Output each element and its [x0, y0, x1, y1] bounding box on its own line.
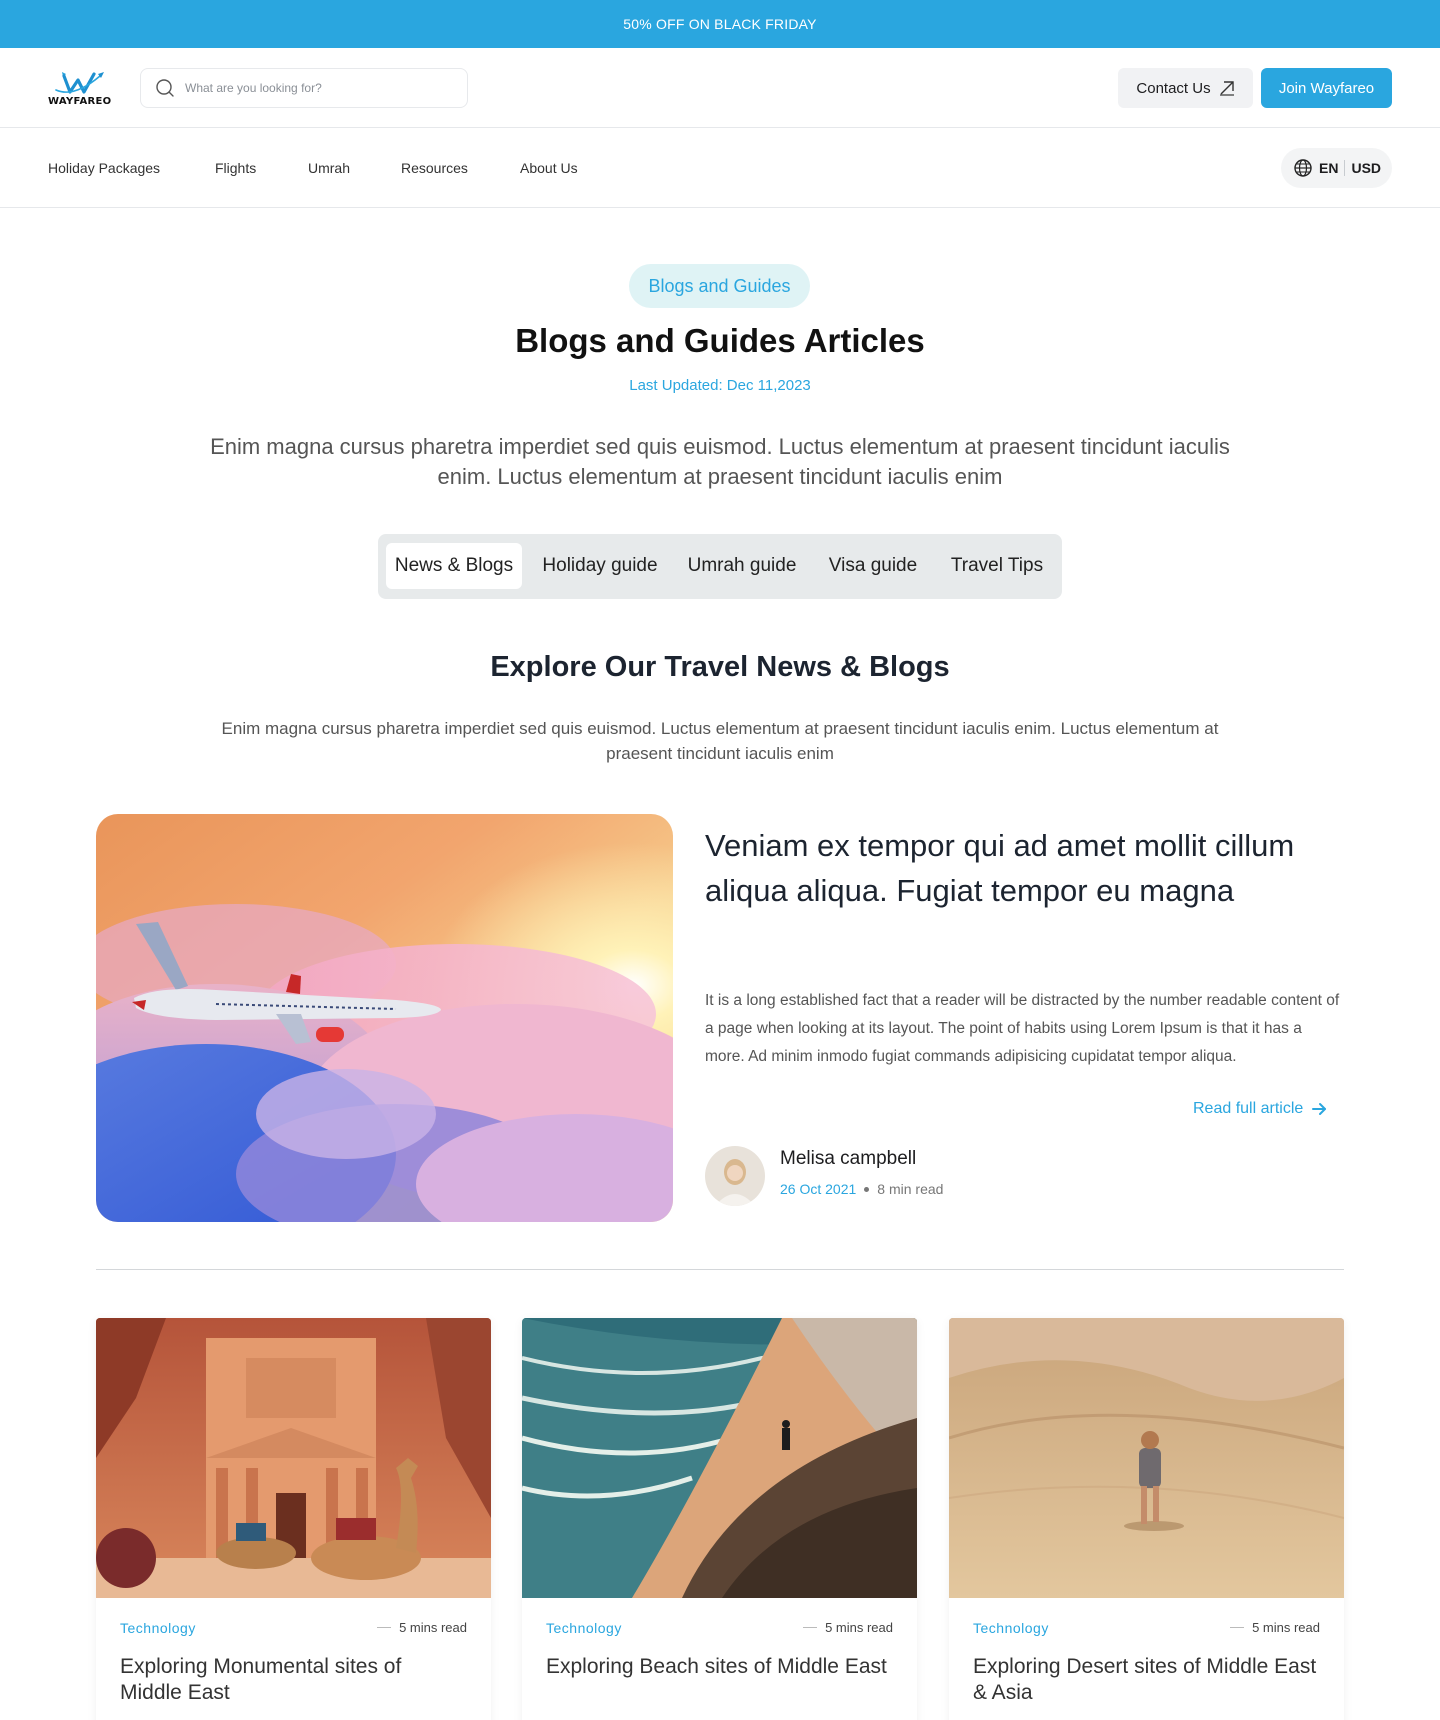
- meta-dot: [864, 1186, 870, 1192]
- article-meta: 26 Oct 2021 8 min read: [780, 1181, 943, 1197]
- author-name[interactable]: Melisa campbell: [780, 1148, 916, 1170]
- logo-mark-icon: [55, 72, 104, 94]
- article-card[interactable]: Technology 5 mins read Exploring Beach s…: [522, 1318, 917, 1720]
- logo-text: WAYFAREO: [48, 96, 112, 107]
- tab-travel-tips[interactable]: Travel Tips: [938, 543, 1056, 589]
- nav-item-flights[interactable]: Flights: [215, 160, 256, 176]
- arrow-right-icon: [1312, 1103, 1327, 1115]
- card-read-time: 5 mins read: [803, 1620, 893, 1635]
- card-image: [522, 1318, 917, 1598]
- airplane-over-clouds-image: [96, 814, 673, 1222]
- article-card[interactable]: Technology 5 mins read Exploring Monumen…: [96, 1318, 491, 1720]
- card-read-time: 5 mins read: [1230, 1620, 1320, 1635]
- promo-banner[interactable]: 50% OFF ON BLACK FRIDAY: [0, 0, 1440, 48]
- featured-image[interactable]: [96, 814, 673, 1222]
- card-category[interactable]: Technology: [973, 1620, 1049, 1636]
- read-full-article-link[interactable]: Read full article: [1193, 1100, 1327, 1118]
- section-divider: [96, 1269, 1344, 1270]
- featured-title[interactable]: Veniam ex tempor qui ad amet mollit cill…: [705, 823, 1335, 913]
- section-pill: Blogs and Guides: [629, 264, 810, 308]
- nav-item-umrah[interactable]: Umrah: [308, 160, 350, 176]
- contact-us-button[interactable]: Contact Us: [1118, 68, 1253, 108]
- promo-text: 50% OFF ON BLACK FRIDAY: [623, 16, 817, 32]
- search-box[interactable]: [140, 68, 468, 108]
- currency-label: USD: [1351, 160, 1382, 176]
- section-title: Explore Our Travel News & Blogs: [490, 651, 950, 683]
- section-description: Enim magna cursus pharetra imperdiet sed…: [221, 719, 1219, 763]
- article-read-time: 8 min read: [877, 1181, 944, 1197]
- card-title[interactable]: Exploring Beach sites of Middle East: [546, 1654, 891, 1680]
- nav-item-about-us[interactable]: About Us: [520, 160, 578, 176]
- lang-divider: [1344, 160, 1346, 176]
- join-button[interactable]: Join Wayfareo: [1261, 68, 1392, 108]
- card-image: [96, 1318, 491, 1598]
- search-icon: [156, 79, 174, 97]
- search-input[interactable]: [185, 81, 455, 95]
- article-card[interactable]: Technology 5 mins read Exploring Desert …: [949, 1318, 1344, 1720]
- author-avatar: [705, 1146, 765, 1206]
- article-date: 26 Oct 2021: [780, 1181, 857, 1197]
- arrow-up-right-icon: [1219, 81, 1234, 96]
- category-tabs: News & Blogs Holiday guide Umrah guide V…: [378, 534, 1062, 599]
- read-more-label: Read full article: [1193, 1100, 1304, 1117]
- nav-item-holiday-packages[interactable]: Holiday Packages: [48, 160, 160, 176]
- language-currency-selector[interactable]: EN USD: [1281, 148, 1392, 188]
- petra-camels-image: [96, 1318, 491, 1598]
- featured-body: It is a long established fact that a rea…: [705, 992, 1340, 1065]
- last-updated: Last Updated: Dec 11,2023: [629, 377, 811, 394]
- nav-item-resources[interactable]: Resources: [401, 160, 468, 176]
- site-header: WAYFAREO Contact Us Join Wayfareo: [0, 48, 1440, 128]
- desert-walker-image: [949, 1318, 1344, 1598]
- tab-news-blogs[interactable]: News & Blogs: [386, 543, 522, 589]
- card-title[interactable]: Exploring Desert sites of Middle East & …: [973, 1654, 1318, 1706]
- globe-icon: [1294, 159, 1312, 177]
- page-title: Blogs and Guides Articles: [515, 322, 925, 359]
- language-label: EN: [1319, 160, 1339, 176]
- card-category[interactable]: Technology: [120, 1620, 196, 1636]
- card-image: [949, 1318, 1344, 1598]
- contact-us-label: Contact Us: [1136, 79, 1211, 97]
- card-category[interactable]: Technology: [546, 1620, 622, 1636]
- main-nav: Holiday Packages Flights Umrah Resources…: [0, 128, 1440, 208]
- beach-cliff-image: [522, 1318, 917, 1598]
- card-read-time: 5 mins read: [377, 1620, 467, 1635]
- tab-umrah-guide[interactable]: Umrah guide: [676, 543, 808, 589]
- wayfareo-logo[interactable]: WAYFAREO: [48, 68, 112, 108]
- hero-description: Enim magna cursus pharetra imperdiet sed…: [210, 434, 1230, 489]
- tab-visa-guide[interactable]: Visa guide: [814, 543, 932, 589]
- card-title[interactable]: Exploring Monumental sites of Middle Eas…: [120, 1654, 465, 1706]
- tab-holiday-guide[interactable]: Holiday guide: [530, 543, 670, 589]
